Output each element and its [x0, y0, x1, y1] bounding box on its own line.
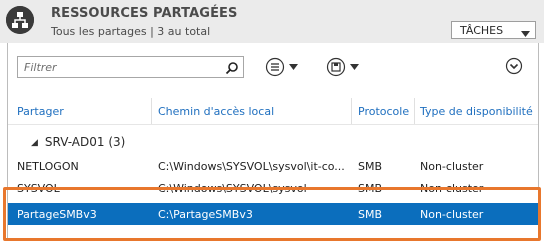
chevron-down-icon — [521, 27, 530, 40]
page-title: RESSOURCES PARTAGÉES — [51, 6, 238, 21]
share-name: SYSVOL — [17, 182, 60, 195]
list-options-button[interactable] — [265, 57, 298, 77]
share-path: C:\PartageSMBv3 — [158, 208, 253, 221]
tasks-button-label: TÂCHES — [460, 24, 504, 37]
table-row-selected[interactable]: PartageSMBv3 C:\PartageSMBv3 SMB Non-clu… — [8, 203, 538, 225]
share-availability: Non-cluster — [420, 182, 484, 195]
share-name: NETLOGON — [17, 160, 79, 173]
shares-panel: Filtrer Partager Chemin d'accès local Pr… — [7, 43, 539, 241]
list-options-icon — [265, 57, 285, 77]
table-row[interactable]: SYSVOL C:\Windows\SYSVOL\sysvol SMB Non-… — [8, 177, 538, 199]
expand-circle-icon — [505, 57, 523, 75]
share-protocol: SMB — [358, 208, 383, 221]
shared-resources-icon — [6, 6, 34, 34]
chevron-down-icon — [350, 64, 359, 70]
save-query-button[interactable] — [326, 57, 359, 77]
column-header-path[interactable]: Chemin d'accès local — [158, 105, 274, 118]
save-query-icon — [326, 57, 346, 77]
share-protocol: SMB — [358, 182, 383, 195]
column-header-availability[interactable]: Type de disponibilité — [420, 105, 533, 118]
collapse-triangle-icon[interactable]: ◢ — [31, 138, 38, 148]
share-name: PartageSMBv3 — [17, 208, 97, 221]
header-bar: RESSOURCES PARTAGÉES Tous les partages |… — [0, 0, 544, 43]
share-protocol: SMB — [358, 160, 383, 173]
filter-placeholder: Filtrer — [24, 61, 57, 74]
tasks-button[interactable]: TÂCHES — [451, 21, 536, 39]
column-header-protocol[interactable]: Protocole — [358, 105, 409, 118]
share-path: C:\Windows\SYSVOL\sysvol\it-co... — [158, 160, 345, 173]
column-header-share[interactable]: Partager — [17, 105, 64, 118]
share-path: C:\Windows\SYSVOL\sysvol — [158, 182, 307, 195]
header-divider — [8, 124, 538, 125]
search-icon[interactable] — [225, 60, 239, 79]
group-label: SRV-AD01 (3) — [44, 135, 126, 149]
share-availability: Non-cluster — [420, 160, 484, 173]
column-separator[interactable] — [151, 98, 152, 125]
page-subtitle: Tous les partages | 3 au total — [51, 25, 211, 38]
chevron-down-icon — [289, 64, 298, 70]
filter-input[interactable]: Filtrer — [17, 56, 244, 78]
share-availability: Non-cluster — [420, 208, 484, 221]
expand-button[interactable] — [505, 57, 523, 77]
column-separator[interactable] — [414, 98, 415, 125]
group-header[interactable]: ◢ SRV-AD01 (3) — [31, 135, 125, 149]
column-separator[interactable] — [351, 98, 352, 125]
table-row[interactable]: NETLOGON C:\Windows\SYSVOL\sysvol\it-co.… — [8, 155, 538, 177]
